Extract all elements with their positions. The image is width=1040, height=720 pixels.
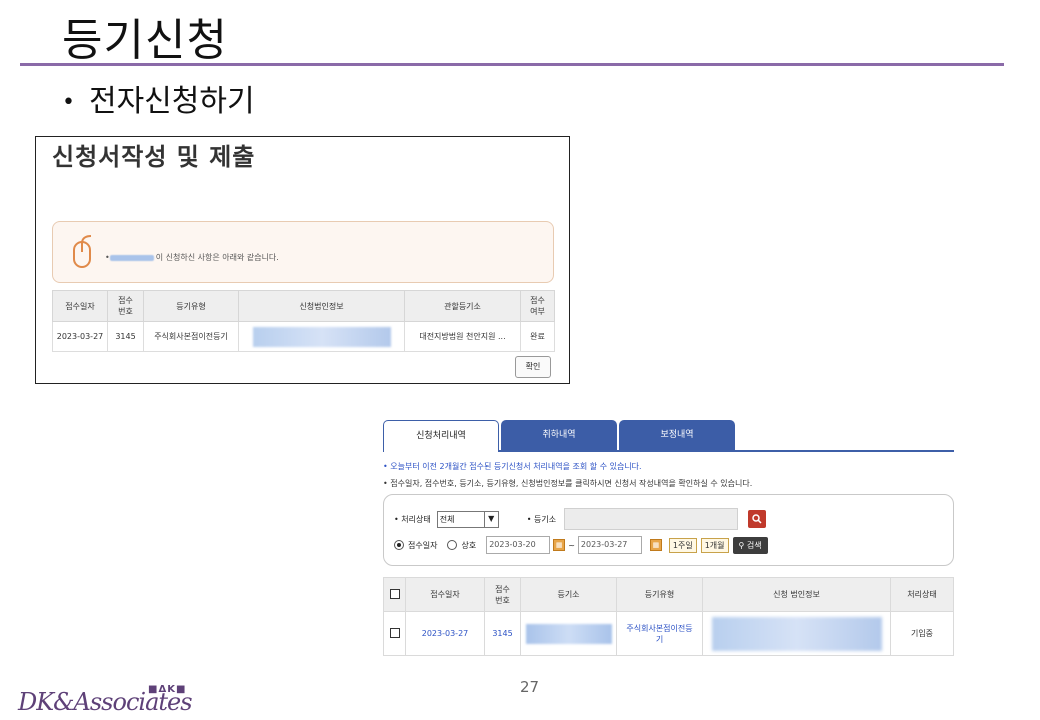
tab-correction-history[interactable]: 보정내역 — [619, 420, 735, 452]
registry-label-wrap: • 등기소 — [526, 514, 557, 524]
redacted-corp-info — [711, 616, 882, 651]
bullet-dot: • — [62, 90, 75, 115]
bullet-text: 전자신청하기 — [88, 84, 255, 119]
col-header: 접수일자 — [405, 577, 485, 612]
select-all-cell — [383, 577, 406, 612]
cell-status: 기입중 — [890, 611, 954, 656]
col-header: 접수 번호 — [107, 290, 144, 322]
company-logo: DK&Associates ■ΔK■ — [18, 684, 208, 720]
date-from-input[interactable]: 2023-03-20 — [486, 536, 551, 554]
date-separator: ~ — [568, 540, 575, 550]
registry-label: 등기소 — [533, 514, 557, 524]
info-line-2: • 접수일자, 접수번호, 등기소, 등기유형, 신청법인정보를 클릭하시면 신… — [383, 479, 753, 488]
registry-search-button[interactable] — [748, 510, 767, 528]
col-header: 관할등기소 — [404, 290, 521, 322]
radio-date[interactable] — [394, 540, 404, 550]
redacted-name — [109, 254, 154, 261]
notice-text: 이 신청하신 사항은 아래와 같습니다. — [155, 253, 279, 262]
table-header-row: 접수일자 접수 번호 등기유형 신청법인정보 관할등기소 접수 여부 — [52, 290, 555, 322]
submission-screenshot: 신청서작성 및 제출 • 이 신청하신 사항은 아래와 같습니다. 접수일자 접수… — [35, 136, 570, 384]
title-divider — [20, 63, 1004, 66]
cell-type: 주식회사본점이전등기 — [143, 321, 239, 352]
table-row: 2023-03-27 3145 주식회사본점이전등기 대전지방법원 천안지원 .… — [52, 321, 555, 352]
cell-date: 2023-03-27 — [52, 321, 108, 352]
search-row-1: • 처리상태 전체 ▼ • 등기소 — [394, 508, 767, 530]
search-panel: • 처리상태 전체 ▼ • 등기소 접수일자 상호 2023-03-20 ▦ ~… — [383, 494, 954, 566]
submission-title: 신청서작성 및 제출 — [52, 143, 256, 171]
col-header: 접수 여부 — [520, 290, 555, 322]
one-month-button[interactable]: 1개월 — [700, 537, 729, 553]
calendar-icon[interactable]: ▦ — [649, 539, 662, 551]
row-select-cell — [383, 611, 406, 656]
history-table: 접수일자 접수 번호 등기소 등기유형 신청 법인정보 처리상태 2023-03… — [383, 577, 954, 656]
redacted-corp-info — [252, 326, 391, 347]
tab-withdrawal-history[interactable]: 취하내역 — [501, 420, 617, 452]
cell-type[interactable]: 주식회사본점이전등기 — [616, 611, 703, 656]
search-icon — [752, 514, 762, 524]
status-select[interactable]: 전체 ▼ — [436, 510, 499, 528]
mouse-icon — [73, 235, 92, 268]
cell-corp-info[interactable] — [702, 611, 891, 656]
col-header: 신청 법인정보 — [702, 577, 891, 612]
col-header: 등기소 — [520, 577, 617, 612]
redacted-registry — [525, 623, 612, 644]
col-header: 등기유형 — [143, 290, 239, 322]
cell-status: 완료 — [520, 321, 555, 352]
info-text-2: 접수일자, 접수번호, 등기소, 등기유형, 신청법인정보를 클릭하시면 신청서… — [390, 479, 753, 488]
page-number: 27 — [520, 678, 540, 696]
cell-date[interactable]: 2023-03-27 — [405, 611, 485, 656]
table-row: 2023-03-27 3145 주식회사본점이전등기 기입중 — [383, 611, 954, 656]
status-select-value: 전체 — [439, 514, 455, 524]
col-header-text: 접수일자 — [65, 301, 95, 311]
logo-mark: ■ΔK■ — [148, 684, 187, 695]
col-header: 등기유형 — [616, 577, 703, 612]
select-all-checkbox[interactable] — [389, 588, 400, 599]
status-label-wrap: • 처리상태 — [394, 514, 431, 524]
confirm-button[interactable]: 확인 — [515, 356, 551, 378]
cell-registry[interactable] — [520, 611, 617, 656]
radio-name-label: 상호 — [461, 540, 477, 550]
submission-table: 접수일자 접수 번호 등기유형 신청법인정보 관할등기소 접수 여부 2023-… — [52, 290, 555, 352]
search-button-label: 검색 — [746, 540, 762, 550]
col-header: 접수일자 — [52, 290, 108, 322]
registry-input[interactable] — [564, 508, 739, 530]
cell-number: 3145 — [107, 321, 144, 352]
cell-registry: 대전지방법원 천안지원 ... — [404, 321, 521, 352]
notice-message: • 이 신청하신 사항은 아래와 같습니다. — [105, 253, 279, 262]
calendar-icon[interactable]: ▦ — [553, 539, 566, 551]
date-to-input[interactable]: 2023-03-27 — [577, 536, 642, 554]
cell-number[interactable]: 3145 — [484, 611, 521, 656]
tab-application-history[interactable]: 신청처리내역 — [383, 420, 499, 452]
row-checkbox[interactable] — [389, 627, 400, 638]
notice-box: • 이 신청하신 사항은 아래와 같습니다. — [52, 221, 554, 283]
bullet-item: • 전자신청하기 — [62, 76, 255, 120]
search-row-2: 접수일자 상호 2023-03-20 ▦ ~ 2023-03-27 ▦ 1주일 … — [394, 536, 768, 554]
info-line-1: • 오늘부터 이전 2개월간 접수된 등기신청서 처리내역을 조회 할 수 있습… — [383, 462, 642, 471]
info-text-1: 오늘부터 이전 2개월간 접수된 등기신청서 처리내역을 조회 할 수 있습니다… — [390, 462, 642, 471]
radio-date-label: 접수일자 — [408, 540, 438, 550]
one-week-button[interactable]: 1주일 — [668, 537, 697, 553]
search-icon: ⚲ — [738, 540, 745, 550]
history-tabs: 신청처리내역 취하내역 보정내역 — [383, 420, 954, 452]
logo-mark-text: ΔK — [158, 684, 176, 695]
status-label: 처리상태 — [401, 514, 431, 524]
table-header-row: 접수일자 접수 번호 등기소 등기유형 신청 법인정보 처리상태 — [383, 577, 954, 612]
col-header: 처리상태 — [890, 577, 954, 612]
cell-corp-info — [238, 321, 405, 352]
radio-name[interactable] — [447, 540, 458, 550]
col-header: 신청법인정보 — [238, 290, 405, 322]
search-button[interactable]: ⚲ 검색 — [732, 536, 768, 554]
chevron-down-icon: ▼ — [483, 511, 498, 527]
col-header: 접수 번호 — [484, 577, 521, 612]
slide-title: 등기신청 — [62, 15, 228, 66]
